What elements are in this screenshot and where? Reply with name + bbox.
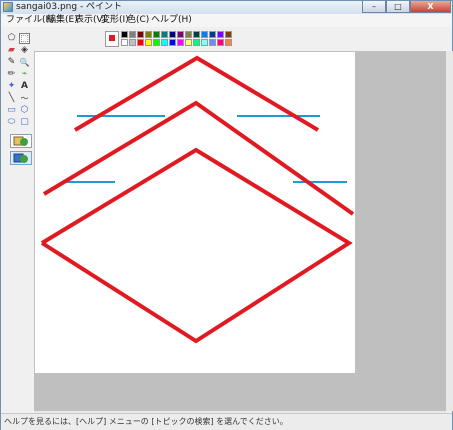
opaque-option-icon bbox=[13, 136, 28, 146]
window-title: sangai03.png - ペイント bbox=[16, 2, 123, 12]
eraser-icon[interactable]: ▰ bbox=[6, 45, 17, 56]
palette-swatch[interactable] bbox=[137, 31, 144, 38]
palette-swatch[interactable] bbox=[121, 31, 128, 38]
maximize-button[interactable]: □ bbox=[386, 1, 410, 13]
rounded-rect-icon[interactable]: ▢ bbox=[19, 117, 30, 128]
palette-swatch[interactable] bbox=[225, 31, 232, 38]
tool-option-transparent[interactable] bbox=[10, 151, 32, 165]
palette-swatch[interactable] bbox=[185, 31, 192, 38]
palette-swatch[interactable] bbox=[201, 39, 208, 46]
red-chevron-top bbox=[73, 55, 320, 132]
palette-swatch[interactable] bbox=[169, 39, 176, 46]
vertical-scrollbar[interactable] bbox=[446, 51, 453, 411]
paint-app-icon bbox=[3, 2, 13, 12]
menu-image[interactable]: 変形(I) bbox=[101, 14, 129, 27]
palette-swatch[interactable] bbox=[225, 39, 232, 46]
pencil-icon[interactable]: ✏ bbox=[6, 69, 17, 80]
rectangle-icon[interactable]: ▭ bbox=[6, 105, 17, 116]
minimize-button[interactable]: – bbox=[362, 1, 386, 13]
palette-swatch[interactable] bbox=[137, 39, 144, 46]
palette-swatch[interactable] bbox=[177, 39, 184, 46]
palette-swatch[interactable] bbox=[161, 31, 168, 38]
status-help-text: ヘルプを見るには、[ヘルプ] メニューの [トピックの検索] を選んでください。 bbox=[4, 417, 288, 426]
fill-icon[interactable]: ◈ bbox=[19, 45, 30, 56]
palette-swatch[interactable] bbox=[209, 31, 216, 38]
rect-select-icon[interactable]: ⬚ bbox=[19, 33, 30, 44]
palette-swatch[interactable] bbox=[161, 39, 168, 46]
magnifier-icon[interactable]: 🔍 bbox=[19, 57, 30, 68]
palette-swatch[interactable] bbox=[121, 39, 128, 46]
palette-swatch[interactable] bbox=[169, 31, 176, 38]
palette-swatch[interactable] bbox=[145, 39, 152, 46]
free-select-icon[interactable]: ⬠ bbox=[6, 33, 17, 44]
palette-swatch[interactable] bbox=[193, 39, 200, 46]
canvas-workspace bbox=[34, 51, 446, 411]
ellipse-icon[interactable]: ⬭ bbox=[6, 117, 17, 128]
color-picker-icon[interactable]: ✎ bbox=[6, 57, 17, 68]
palette-swatch[interactable] bbox=[185, 39, 192, 46]
toolbox: ⬠ ⬚ ▰ ◈ ✎ 🔍 ✏ ⌁ ✦ A ╲ 〜 ▭ ⬡ ⬭ ▢ bbox=[5, 31, 32, 171]
paint-window: sangai03.png - ペイント – □ X ファイル(F) 編集(E) … bbox=[0, 0, 453, 430]
foreground-color-swatch bbox=[109, 35, 115, 41]
menu-edit[interactable]: 編集(E) bbox=[47, 14, 78, 27]
palette-swatch[interactable] bbox=[145, 31, 152, 38]
menu-help[interactable]: ヘルプ(H) bbox=[151, 14, 192, 27]
close-button[interactable]: X bbox=[410, 1, 451, 13]
palette-swatch[interactable] bbox=[217, 39, 224, 46]
tool-option-opaque[interactable] bbox=[10, 134, 32, 148]
text-icon[interactable]: A bbox=[19, 81, 30, 92]
transparent-option-icon bbox=[13, 153, 28, 163]
line-icon[interactable]: ╲ bbox=[6, 93, 17, 104]
title-bar[interactable]: sangai03.png - ペイント – □ X bbox=[1, 1, 452, 14]
palette-swatch[interactable] bbox=[193, 31, 200, 38]
palette-swatch[interactable] bbox=[201, 31, 208, 38]
palette-swatch[interactable] bbox=[129, 39, 136, 46]
palette-swatch[interactable] bbox=[177, 31, 184, 38]
palette-swatch[interactable] bbox=[209, 39, 216, 46]
palette-swatch[interactable] bbox=[217, 31, 224, 38]
curve-icon[interactable]: 〜 bbox=[19, 93, 30, 104]
palette-swatch[interactable] bbox=[153, 31, 160, 38]
polygon-icon[interactable]: ⬡ bbox=[19, 105, 30, 116]
drawing-canvas[interactable] bbox=[35, 52, 355, 373]
brush-icon[interactable]: ⌁ bbox=[19, 69, 30, 80]
drawing-svg bbox=[40, 55, 355, 344]
palette-swatch[interactable] bbox=[129, 31, 136, 38]
palette-swatch[interactable] bbox=[153, 39, 160, 46]
current-color-indicator[interactable] bbox=[105, 31, 119, 47]
menu-colors[interactable]: 色(C) bbox=[127, 14, 149, 27]
menu-bar: ファイル(F) 編集(E) 表示(V) 変形(I) 色(C) ヘルプ(H) bbox=[1, 14, 452, 27]
status-bar: ヘルプを見るには、[ヘルプ] メニューの [トピックの検索] を選んでください。 bbox=[1, 413, 452, 430]
airbrush-icon[interactable]: ✦ bbox=[6, 81, 17, 92]
